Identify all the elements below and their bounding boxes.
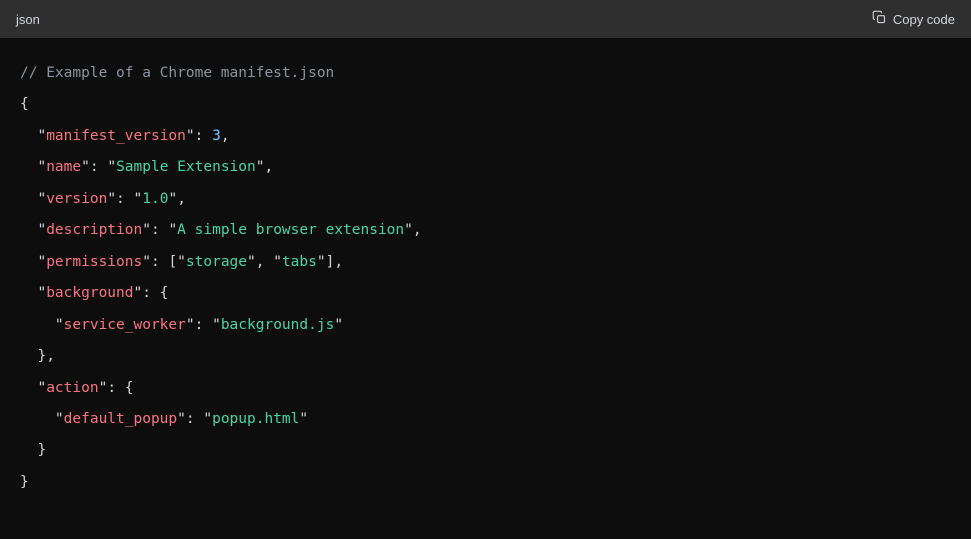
- code-header: json Copy code: [0, 0, 971, 38]
- code-block: json Copy code // Example of a Chrome ma…: [0, 0, 971, 539]
- code-content: // Example of a Chrome manifest.json { "…: [20, 58, 951, 498]
- language-label: json: [16, 12, 40, 27]
- copy-code-button[interactable]: Copy code: [872, 10, 955, 28]
- copy-icon: [872, 10, 887, 28]
- copy-code-label: Copy code: [893, 12, 955, 27]
- code-body[interactable]: // Example of a Chrome manifest.json { "…: [0, 38, 971, 539]
